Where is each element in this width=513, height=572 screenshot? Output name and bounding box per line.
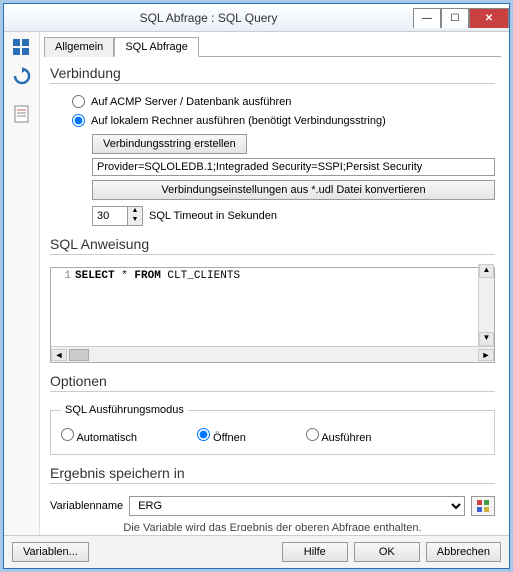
radio-server-label: Auf ACMP Server / Datenbank ausführen — [91, 96, 291, 108]
dialog-footer: Variablen... Hilfe OK Abbrechen — [4, 535, 509, 568]
window-title: SQL Abfrage : SQL Query — [4, 11, 413, 25]
section-result-title: Ergebnis speichern in — [50, 465, 495, 481]
maximize-button[interactable]: ☐ — [441, 8, 469, 28]
spin-up-icon[interactable]: ▲ — [128, 207, 142, 216]
sql-editor[interactable]: 1SELECT * FROM CLT_CLIENTS ◄ ► — [50, 267, 495, 363]
timeout-input[interactable] — [93, 207, 127, 225]
connstring-input[interactable] — [92, 158, 495, 176]
radio-auto-row[interactable]: Automatisch — [61, 428, 137, 444]
spin-down-icon[interactable]: ▼ — [128, 216, 142, 225]
radio-local-label: Auf lokalem Rechner ausführen (benötigt … — [91, 115, 386, 127]
create-connstring-button[interactable]: Verbindungsstring erstellen — [92, 134, 247, 154]
varname-label: Variablenname — [50, 500, 123, 512]
scroll-right-icon[interactable]: ► — [478, 349, 494, 361]
timeout-spinner[interactable]: ▲ ▼ — [92, 206, 143, 226]
radio-open-row[interactable]: Öffnen — [197, 428, 246, 444]
scroll-left-icon[interactable]: ◄ — [51, 349, 67, 361]
close-button[interactable]: ✕ — [469, 8, 509, 28]
result-note: Die Variable wird das Ergebnis der obere… — [50, 522, 495, 531]
titlebar: SQL Abfrage : SQL Query — ☐ ✕ — [4, 4, 509, 32]
radio-local-row[interactable]: Auf lokalem Rechner ausführen (benötigt … — [72, 114, 495, 127]
scroll-down-icon[interactable]: ▼ — [479, 332, 494, 346]
document-icon[interactable] — [10, 102, 34, 126]
radio-auto[interactable] — [61, 428, 74, 441]
tab-bar: Allgemein SQL Abfrage — [44, 36, 501, 57]
refresh-icon[interactable] — [10, 64, 34, 88]
scroll-up-icon[interactable]: ▲ — [479, 264, 494, 278]
section-connection-title: Verbindung — [50, 65, 495, 81]
exec-mode-group: SQL Ausführungsmodus Automatisch Öffnen … — [50, 404, 495, 455]
exec-mode-legend: SQL Ausführungsmodus — [61, 404, 188, 416]
variables-button[interactable]: Variablen... — [12, 542, 89, 562]
timeout-label: SQL Timeout in Sekunden — [149, 210, 277, 222]
dialog-window: SQL Abfrage : SQL Query — ☐ ✕ Allgemein … — [3, 3, 510, 569]
radio-exec-row[interactable]: Ausführen — [306, 428, 372, 444]
radio-server[interactable] — [72, 95, 85, 108]
sidebar — [4, 32, 40, 535]
varname-select[interactable]: ERG — [129, 496, 465, 516]
minimize-button[interactable]: — — [413, 8, 441, 28]
convert-udl-button[interactable]: Verbindungseinstellungen aus *.udl Datei… — [92, 180, 495, 200]
palette-icon[interactable] — [471, 496, 495, 516]
vscrollbar[interactable]: ▲ ▼ — [478, 264, 494, 346]
help-button[interactable]: Hilfe — [282, 542, 348, 562]
line-number: 1 — [55, 270, 71, 282]
grid-icon[interactable] — [10, 36, 34, 60]
tab-sql[interactable]: SQL Abfrage — [114, 37, 199, 57]
radio-server-row[interactable]: Auf ACMP Server / Datenbank ausführen — [72, 95, 495, 108]
section-statement-title: SQL Anweisung — [50, 236, 495, 252]
radio-open[interactable] — [197, 428, 210, 441]
section-options-title: Optionen — [50, 373, 495, 389]
ok-button[interactable]: OK — [354, 542, 420, 562]
tab-general[interactable]: Allgemein — [44, 37, 114, 57]
radio-local[interactable] — [72, 114, 85, 127]
cancel-button[interactable]: Abbrechen — [426, 542, 501, 562]
hscroll-thumb[interactable] — [69, 349, 89, 361]
hscrollbar[interactable]: ◄ ► — [51, 346, 494, 362]
radio-exec[interactable] — [306, 428, 319, 441]
